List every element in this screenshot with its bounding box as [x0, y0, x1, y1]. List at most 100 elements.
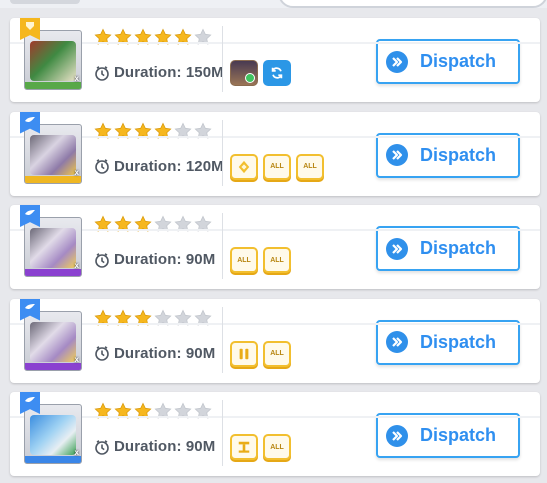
dispatch-arrows-icon — [386, 144, 408, 166]
star-icon — [194, 402, 212, 420]
search-input[interactable] — [278, 0, 547, 8]
dispatch-button-label: Dispatch — [420, 425, 497, 445]
dispatch-arrows-icon — [386, 237, 408, 260]
divider — [222, 400, 223, 466]
tag-all: ALL — [263, 434, 291, 460]
star-icon — [194, 215, 212, 233]
clock-icon — [95, 439, 109, 455]
star-icon — [174, 215, 192, 233]
mission-thumbnail[interactable]: x — [24, 30, 82, 90]
dispatch-button[interactable]: Dispatch — [376, 413, 520, 458]
duration-label: Duration: 150M — [114, 64, 224, 81]
difficulty-stars — [94, 308, 212, 329]
diamond-icon — [230, 153, 258, 180]
mission-duration: Duration: 120M — [94, 158, 224, 175]
duration-label: Duration: 90M — [114, 438, 216, 455]
rarity-strip — [25, 82, 81, 89]
difficulty-stars — [94, 402, 212, 422]
mission-item-image — [30, 228, 76, 268]
star-icon — [94, 121, 112, 140]
duration-label: Duration: 120M — [114, 157, 224, 175]
mission-card: x Duration: 90M ALL Dispatch — [10, 298, 540, 383]
star-icon — [94, 308, 112, 327]
star-icon — [194, 308, 212, 327]
dispatch-button[interactable]: Dispatch — [376, 132, 520, 178]
star-icon — [154, 308, 172, 327]
dispatch-arrows-icon — [386, 50, 408, 73]
duration-label: Duration: 90M — [114, 251, 216, 268]
star-icon — [114, 28, 132, 46]
difficulty-stars — [94, 28, 212, 48]
star-icon — [174, 308, 192, 327]
clock-icon — [95, 252, 109, 268]
mission-duration: Duration: 150M — [94, 64, 224, 81]
tag-all: ALL — [230, 247, 258, 273]
mission-thumbnail[interactable]: x — [24, 404, 82, 464]
divider — [222, 306, 223, 373]
star-icon — [154, 402, 172, 420]
dispatch-button-label: Dispatch — [420, 331, 497, 352]
mission-duration: Duration: 90M — [94, 251, 215, 268]
requirement-tags: ALL ALL — [230, 153, 324, 180]
refresh-icon[interactable] — [263, 60, 291, 86]
star-icon — [114, 402, 132, 420]
mission-item-image — [30, 415, 76, 455]
star-icon — [114, 121, 132, 140]
dispatch-button[interactable]: Dispatch — [376, 319, 520, 365]
mission-card: x Duration: 150M Dispatch — [10, 18, 540, 102]
mission-duration: Duration: 90M — [94, 438, 215, 455]
pillar-icon — [230, 434, 258, 460]
mission-thumbnail[interactable]: x — [24, 123, 82, 184]
star-icon — [134, 402, 152, 420]
quantity-mark: x — [74, 74, 79, 83]
requirement-tags: ALL — [230, 340, 291, 367]
mission-item-image — [30, 134, 76, 175]
dispatch-button-label: Dispatch — [420, 51, 497, 71]
star-icon — [94, 215, 112, 233]
star-icon — [94, 402, 112, 420]
quantity-mark: x — [74, 448, 79, 457]
requirement-tags: ALL ALL — [230, 247, 291, 273]
tag-all: ALL — [263, 340, 291, 367]
tag-all: ALL — [296, 153, 324, 180]
star-icon — [154, 121, 172, 140]
clock-icon — [95, 346, 109, 361]
difficulty-stars — [94, 121, 212, 142]
star-icon — [154, 28, 172, 46]
divider — [222, 26, 223, 92]
star-icon — [134, 121, 152, 140]
dispatch-button[interactable]: Dispatch — [376, 39, 520, 84]
mission-thumbnail[interactable]: x — [24, 217, 82, 277]
dispatch-mission-list: x Duration: 150M Dispatch x Duration: 120M AL… — [10, 18, 540, 483]
dispatch-button-label: Dispatch — [420, 144, 497, 165]
dispatch-button[interactable]: Dispatch — [376, 226, 520, 271]
divider — [222, 213, 223, 279]
clock-icon — [95, 65, 109, 81]
star-icon — [134, 215, 152, 233]
star-icon — [114, 215, 132, 233]
rarity-strip — [25, 456, 81, 463]
star-icon — [134, 308, 152, 327]
star-icon — [174, 28, 192, 46]
dispatch-arrows-icon — [386, 424, 408, 447]
character-portrait[interactable] — [230, 60, 258, 86]
star-icon — [114, 308, 132, 327]
quantity-mark: x — [74, 167, 79, 177]
star-icon — [194, 28, 212, 46]
mission-item-image — [30, 41, 76, 81]
mission-item-image — [30, 321, 76, 362]
requirement-tags: ALL — [230, 434, 291, 460]
header-text-faint — [10, 0, 80, 4]
mission-thumbnail[interactable]: x — [24, 310, 82, 371]
star-icon — [174, 121, 192, 140]
star-icon — [174, 402, 192, 420]
requirement-tags — [230, 60, 291, 86]
star-icon — [154, 215, 172, 233]
mission-card: x Duration: 90M ALL Dispatch — [10, 392, 540, 476]
tag-all: ALL — [263, 247, 291, 273]
clock-icon — [95, 159, 109, 174]
mission-card: x Duration: 120M ALL ALL Dispatch — [10, 111, 540, 196]
rarity-strip — [25, 175, 81, 183]
star-icon — [94, 28, 112, 46]
divider — [222, 119, 223, 186]
